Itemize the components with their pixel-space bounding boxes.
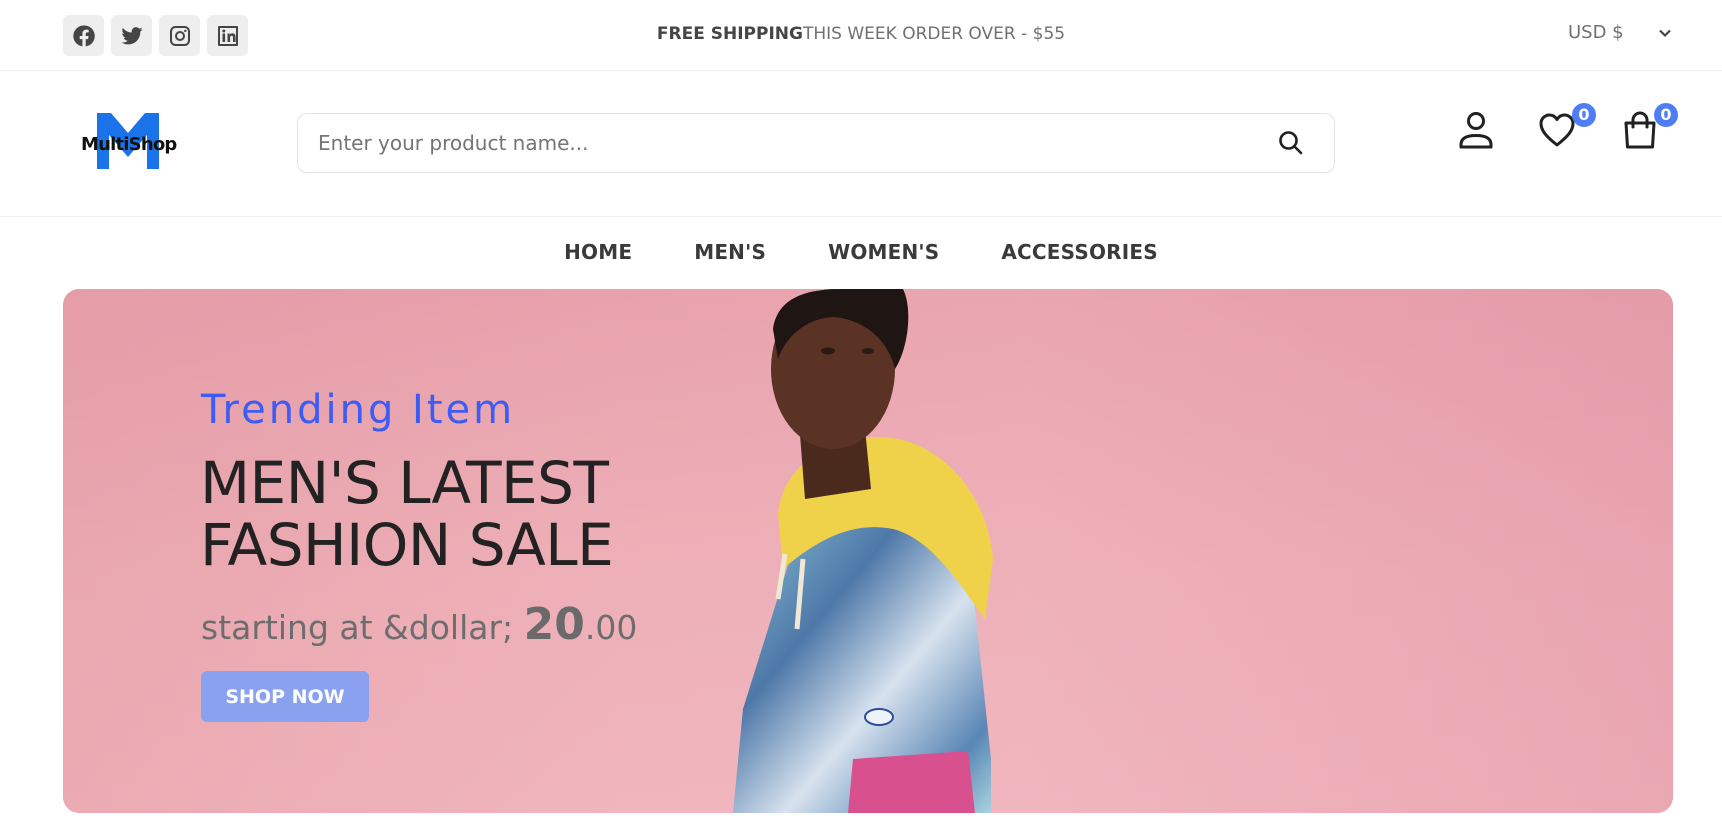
site-logo[interactable]: MultiShop [80, 113, 177, 173]
heart-icon [1539, 113, 1575, 147]
nav-item-accessories[interactable]: ACCESSORIES [1001, 240, 1158, 288]
hero-price-whole: 20 [523, 599, 585, 650]
wishlist-button[interactable]: 0 [1537, 103, 1596, 155]
hero-title-line-2: FASHION SALE [200, 511, 614, 579]
hero-banner: Trending Item MEN'S LATEST FASHION SALE … [63, 289, 1673, 813]
hero-price-cents: .00 [584, 608, 638, 647]
logo-text: MultiShop [81, 134, 177, 155]
user-icon [1459, 112, 1493, 149]
chevron-down-icon [1657, 25, 1673, 41]
hero-price: starting at &dollar; 20.00 [201, 599, 637, 650]
shipping-message-bold: FREE SHIPPING [656, 24, 803, 44]
hero-model-image [733, 289, 993, 813]
hero-price-prefix: starting at &dollar; [201, 608, 524, 647]
cart-button[interactable]: 0 [1620, 103, 1678, 155]
hero-title: MEN'S LATEST FASHION SALE [200, 449, 614, 579]
main-nav: HOME MEN'S WOMEN'S ACCESSORIES [0, 218, 1722, 288]
nav-item-home[interactable]: HOME [564, 240, 632, 288]
account-button[interactable] [1456, 109, 1500, 155]
shipping-message-rest: THIS WEEK ORDER OVER - $55 [802, 24, 1066, 44]
cart-count-badge: 0 [1654, 103, 1678, 127]
hero-subtitle: Trending Item [201, 387, 516, 433]
header: MultiShop 0 0 [0, 71, 1722, 217]
nav-item-womens[interactable]: WOMEN'S [828, 240, 939, 288]
currency-select[interactable]: USD $ [1568, 22, 1673, 43]
wishlist-count-badge: 0 [1572, 103, 1596, 127]
currency-label: USD $ [1568, 22, 1624, 43]
search-input[interactable] [298, 114, 1258, 172]
shipping-message: FREE SHIPPINGTHIS WEEK ORDER OVER - $55 [0, 24, 1722, 44]
hero-title-line-1: MEN'S LATEST [200, 449, 609, 517]
search-bar [297, 113, 1335, 173]
shop-now-button[interactable]: SHOP NOW [201, 671, 369, 722]
nav-item-mens[interactable]: MEN'S [694, 240, 766, 288]
search-icon[interactable] [1276, 128, 1306, 158]
top-bar: FREE SHIPPINGTHIS WEEK ORDER OVER - $55 … [0, 0, 1722, 71]
